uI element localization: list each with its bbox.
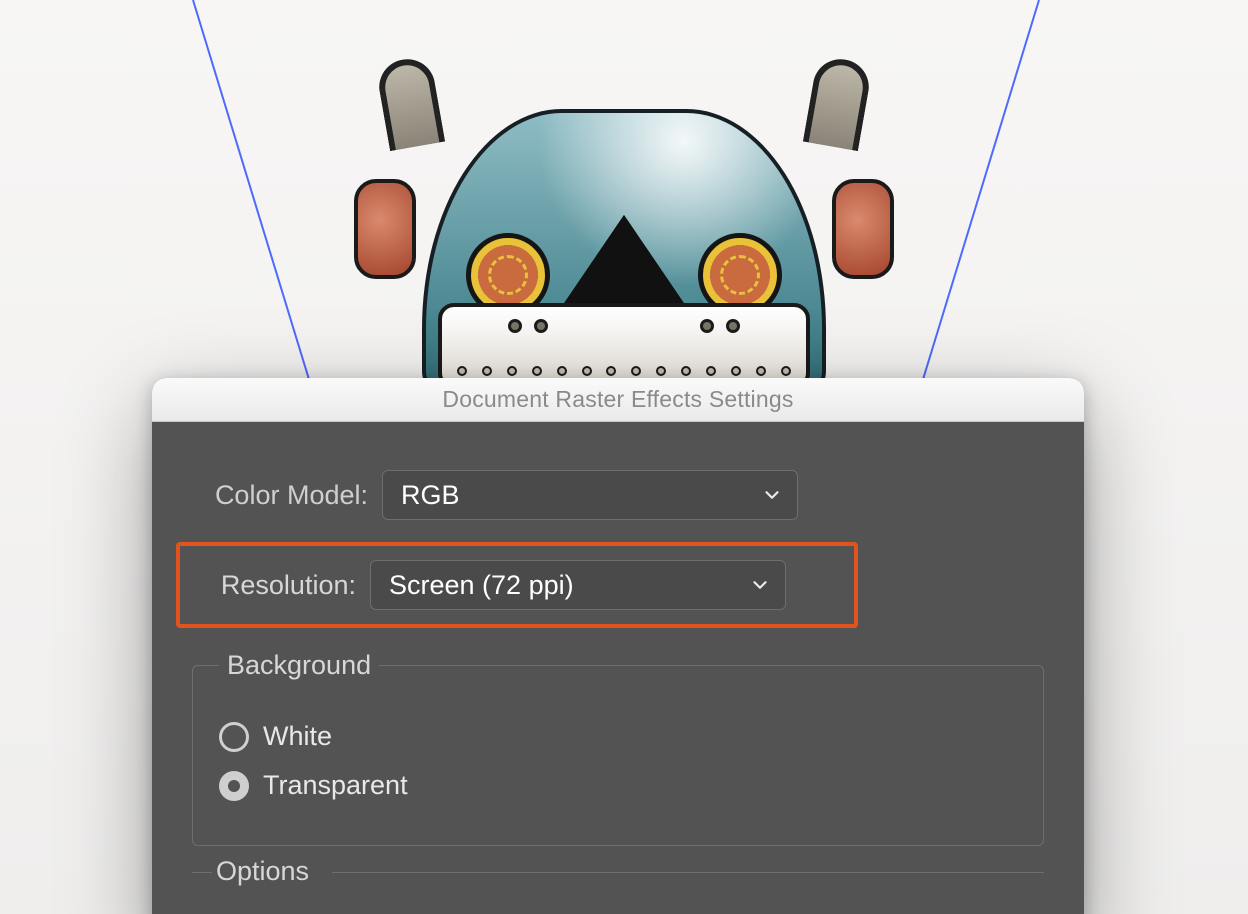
background-option-white[interactable]: White [219,721,1017,752]
color-model-select[interactable]: RGB [382,470,798,520]
chevron-down-icon [761,484,783,506]
rivet [534,319,548,333]
raster-effects-dialog: Document Raster Effects Settings Color M… [152,378,1084,914]
fieldset-border [332,872,1044,873]
robot-mouth-plate [438,303,810,389]
dialog-titlebar[interactable]: Document Raster Effects Settings [152,378,1084,422]
radio-checked-icon [219,771,249,801]
options-legend: Options [216,856,309,886]
rivet-row [442,363,806,379]
rivet [726,319,740,333]
robot-nose [562,221,686,313]
radio-icon [219,722,249,752]
dialog-body: Color Model: RGB Resolution: Screen (72 … [152,422,1084,914]
rivet [508,319,522,333]
resolution-value: Screen (72 ppi) [389,570,574,601]
background-option-transparent-label: Transparent [263,770,408,801]
resolution-select[interactable]: Screen (72 ppi) [370,560,786,610]
color-model-row: Color Model: RGB [192,470,1044,520]
color-model-value: RGB [401,480,460,511]
robot-ear-left [354,179,416,279]
resolution-row-highlight: Resolution: Screen (72 ppi) [176,542,858,628]
robot-antenna-right [803,55,873,151]
color-model-label: Color Model: [192,480,368,511]
fieldset-border [192,872,212,873]
background-fieldset: Background White Transparent [192,650,1044,846]
rivet [700,319,714,333]
robot-image [364,59,884,399]
background-legend: Background [219,650,379,681]
options-fieldset-partial: Options [192,856,1044,890]
robot-head [422,109,826,399]
background-option-transparent[interactable]: Transparent [219,770,1017,801]
background-option-white-label: White [263,721,332,752]
robot-antenna-left [375,55,445,151]
dialog-title: Document Raster Effects Settings [442,386,793,413]
resolution-label: Resolution: [180,570,356,601]
chevron-down-icon [749,574,771,596]
robot-ear-right [832,179,894,279]
